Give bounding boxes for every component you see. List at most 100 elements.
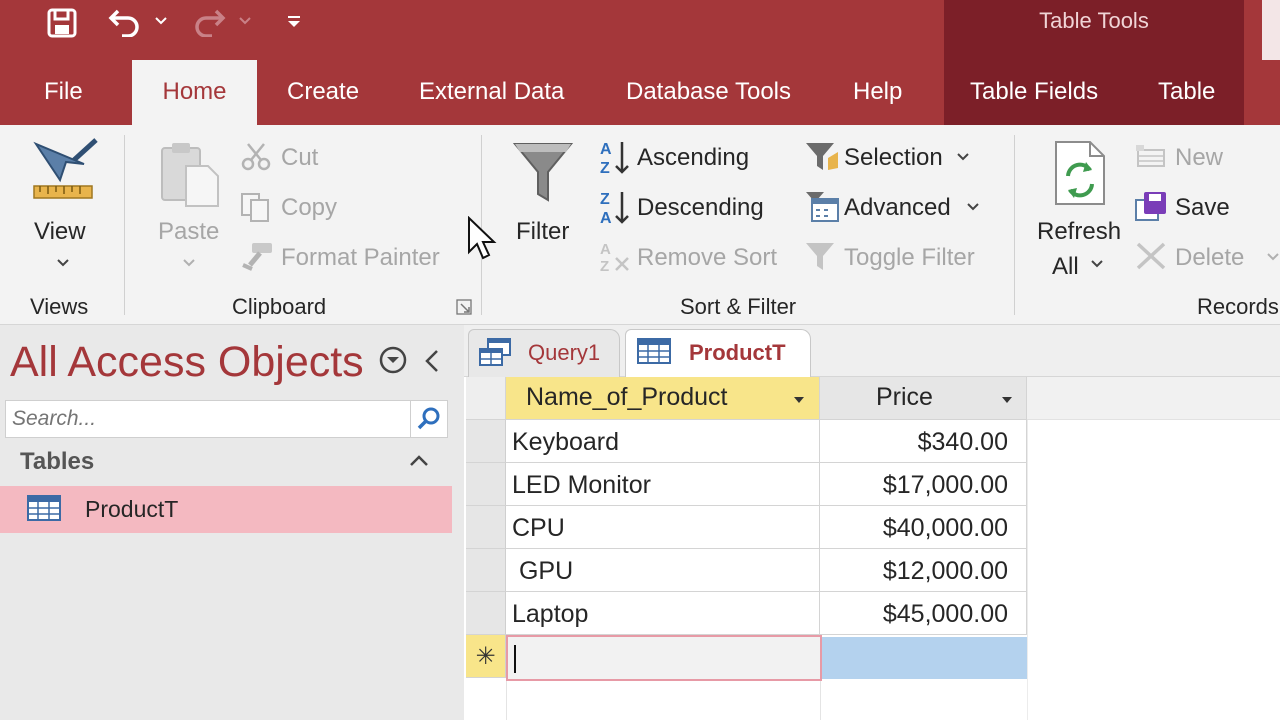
table-cell-price[interactable]: $17,000.00 xyxy=(820,463,1027,506)
toggle-filter-button: Toggle Filter xyxy=(844,244,975,271)
column-dropdown-icon[interactable] xyxy=(1000,395,1014,405)
view-button[interactable]: View xyxy=(34,218,86,246)
table-cell-price[interactable]: $45,000.00 xyxy=(820,592,1027,635)
remove-sort-button: Remove Sort xyxy=(637,244,778,271)
new-record-price-cell[interactable] xyxy=(822,637,1027,679)
nav-menu-dropdown-icon[interactable] xyxy=(378,345,408,375)
select-all-corner[interactable] xyxy=(466,377,506,420)
svg-text:A: A xyxy=(600,210,612,226)
nav-search-button[interactable] xyxy=(411,400,448,438)
cut-button: Cut xyxy=(281,144,319,171)
nav-item-productt[interactable] xyxy=(0,486,452,533)
collapse-group-icon[interactable] xyxy=(408,454,430,468)
nav-item-label[interactable]: ProductT xyxy=(85,496,178,523)
group-views-label: Views xyxy=(30,294,89,319)
grid-line xyxy=(1027,420,1028,720)
column-header-price[interactable]: Price xyxy=(820,377,1027,420)
selection-button[interactable]: Selection xyxy=(844,144,943,172)
customize-qat-icon[interactable] xyxy=(286,14,302,30)
table-cell-name[interactable]: CPU xyxy=(506,506,820,549)
doc-tab-label[interactable]: ProductT xyxy=(689,340,786,366)
query-icon xyxy=(479,338,511,366)
doc-tab-label[interactable]: Query1 xyxy=(528,340,600,366)
row-selector[interactable] xyxy=(466,592,506,635)
text-caret xyxy=(514,645,516,673)
descending-button[interactable]: Descending xyxy=(637,194,764,222)
table-cell-name[interactable]: Keyboard xyxy=(506,420,820,463)
ribbon-separator xyxy=(1014,135,1015,315)
sort-descending-icon: Z A xyxy=(600,191,629,226)
svg-text:A: A xyxy=(600,241,611,258)
tab-external-data[interactable]: External Data xyxy=(419,78,564,106)
copy-button: Copy xyxy=(281,194,338,221)
sort-ascending-icon: A Z xyxy=(600,141,629,176)
column-header-name-of-product[interactable]: Name_of_Product xyxy=(506,377,820,420)
table-cell-name[interactable]: GPU xyxy=(506,549,820,592)
row-selector[interactable] xyxy=(466,463,506,506)
column-dropdown-icon[interactable] xyxy=(792,395,806,405)
table-cell-name[interactable]: LED Monitor xyxy=(506,463,820,506)
refresh-dropdown-icon[interactable] xyxy=(1090,259,1104,269)
selection-dropdown-icon[interactable] xyxy=(956,152,970,162)
table-icon xyxy=(27,495,61,521)
add-column-area xyxy=(1027,377,1280,420)
view-dropdown-icon[interactable] xyxy=(56,258,70,268)
column-header-label: Name_of_Product xyxy=(526,383,728,411)
collapse-nav-icon[interactable] xyxy=(422,347,442,375)
filter-icon xyxy=(512,143,574,202)
advanced-dropdown-icon[interactable] xyxy=(966,202,980,212)
undo-icon[interactable] xyxy=(108,7,142,37)
svg-text:Z: Z xyxy=(600,191,610,208)
svg-text:Z: Z xyxy=(600,258,609,274)
column-header-label: Price xyxy=(876,383,933,411)
svg-text:A: A xyxy=(600,141,612,158)
filter-button[interactable]: Filter xyxy=(516,218,569,246)
tab-table-fields[interactable]: Table Fields xyxy=(970,78,1098,106)
row-selector[interactable] xyxy=(466,549,506,592)
paste-dropdown-icon xyxy=(183,259,195,267)
nav-search-input[interactable] xyxy=(5,400,411,438)
selection-filter-icon xyxy=(806,143,838,170)
redo-icon xyxy=(195,9,226,37)
tab-file[interactable]: File xyxy=(44,78,83,106)
save-button[interactable]: Save xyxy=(1175,194,1230,222)
delete-icon xyxy=(1136,242,1166,270)
mouse-cursor-icon xyxy=(468,216,497,260)
group-clipboard-label: Clipboard xyxy=(232,294,327,319)
tab-table[interactable]: Table xyxy=(1158,78,1215,106)
tab-home[interactable]: Home xyxy=(132,60,257,126)
new-record-selector[interactable]: ✳ xyxy=(466,635,506,678)
search-icon xyxy=(417,407,440,430)
refresh-all-label-line2[interactable]: All xyxy=(1052,253,1079,281)
table-cell-name[interactable]: Laptop xyxy=(506,592,820,635)
advanced-button[interactable]: Advanced xyxy=(844,194,951,222)
window-control[interactable] xyxy=(1262,0,1280,60)
view-icon xyxy=(33,138,98,199)
undo-dropdown-icon[interactable] xyxy=(154,16,168,26)
row-selector[interactable] xyxy=(466,420,506,463)
tab-database-tools[interactable]: Database Tools xyxy=(626,78,791,106)
table-cell-price[interactable]: $40,000.00 xyxy=(820,506,1027,549)
remove-sort-icon: A Z xyxy=(600,241,629,274)
row-selector[interactable] xyxy=(466,506,506,549)
ascending-button[interactable]: Ascending xyxy=(637,144,749,172)
redo-dropdown-icon xyxy=(239,17,251,25)
new-record-name-cell[interactable] xyxy=(506,635,822,681)
tab-create[interactable]: Create xyxy=(287,78,359,106)
paste-icon xyxy=(161,143,219,207)
table-cell-price[interactable]: $12,000.00 xyxy=(820,549,1027,592)
tab-help[interactable]: Help xyxy=(853,78,902,106)
table-cell-price[interactable]: $340.00 xyxy=(820,420,1027,463)
save-icon[interactable] xyxy=(46,7,78,39)
tables-group-header[interactable]: Tables xyxy=(20,448,94,476)
new-record-icon xyxy=(1136,145,1165,167)
refresh-all-button[interactable]: Refresh xyxy=(1037,218,1121,246)
clipboard-launcher-icon[interactable] xyxy=(455,298,473,316)
format-painter-button: Format Painter xyxy=(281,244,440,271)
context-title: Table Tools xyxy=(1039,8,1149,33)
advanced-filter-icon xyxy=(806,192,839,222)
table-icon xyxy=(637,338,671,364)
nav-pane-title[interactable]: All Access Objects xyxy=(10,338,364,387)
group-sort-filter-label: Sort & Filter xyxy=(680,294,797,319)
toggle-filter-icon xyxy=(806,243,834,270)
